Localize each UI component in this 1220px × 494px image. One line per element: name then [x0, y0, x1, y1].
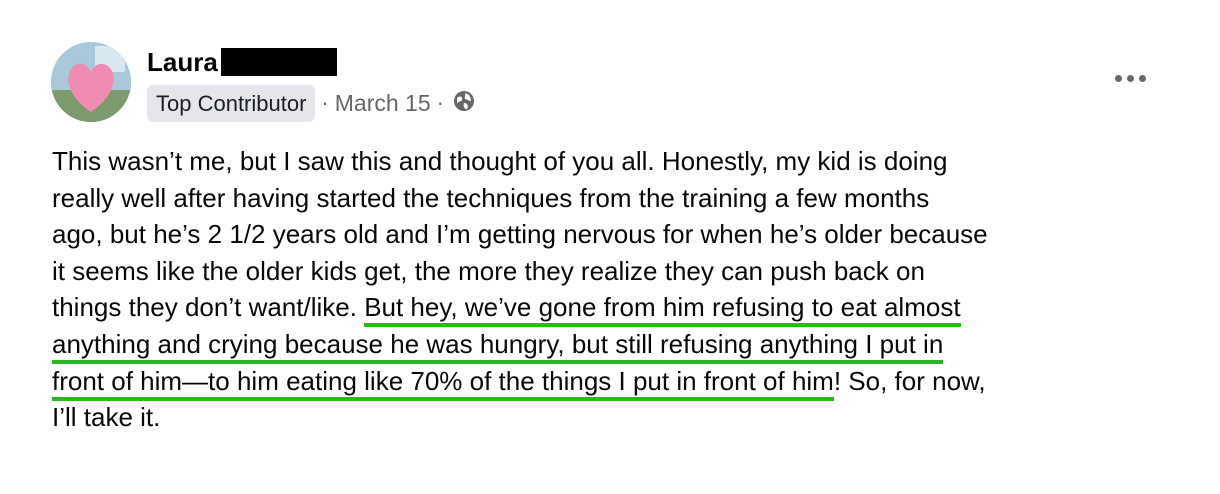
highlighted-text: anything and crying because he was hungr… [52, 328, 944, 364]
post-body: This wasn’t me, but I saw this and thoug… [52, 143, 1202, 436]
meta-separator: · [436, 90, 444, 115]
more-options-icon [1126, 74, 1134, 82]
top-contributor-badge[interactable]: Top Contributor [147, 84, 316, 122]
author-name[interactable]: Laura [147, 46, 218, 78]
highlighted-text: But hey, we’ve gone from him refusing to… [364, 292, 961, 328]
post-text-line: things they don’t want/like. [52, 292, 365, 323]
more-options-icon [1138, 74, 1146, 82]
redaction-box [220, 48, 337, 76]
author-row: Laura [147, 46, 337, 78]
post-text-line: ago, but he’s 2 1/2 years old and I’m ge… [52, 219, 988, 250]
meta-separator: · [321, 90, 329, 115]
post-date[interactable]: March 15 [335, 90, 431, 117]
post-text-line: This wasn’t me, but I saw this and thoug… [52, 146, 948, 176]
post-text-line: I’ll take it. [52, 402, 161, 433]
post-text-line: it seems like the older kids get, the mo… [52, 255, 925, 286]
post-meta: Top Contributor · March 15 · [147, 84, 476, 122]
more-options-button[interactable] [1110, 64, 1150, 92]
avatar[interactable] [51, 42, 131, 122]
heart-icon [51, 42, 131, 122]
more-options-icon [1114, 74, 1122, 82]
post-text-line: really well after having started the tec… [52, 182, 930, 213]
post-text-line: ! So, for now, [833, 365, 986, 396]
highlighted-text: front of him—to him eating like 70% of t… [52, 365, 834, 401]
globe-icon [452, 89, 476, 118]
